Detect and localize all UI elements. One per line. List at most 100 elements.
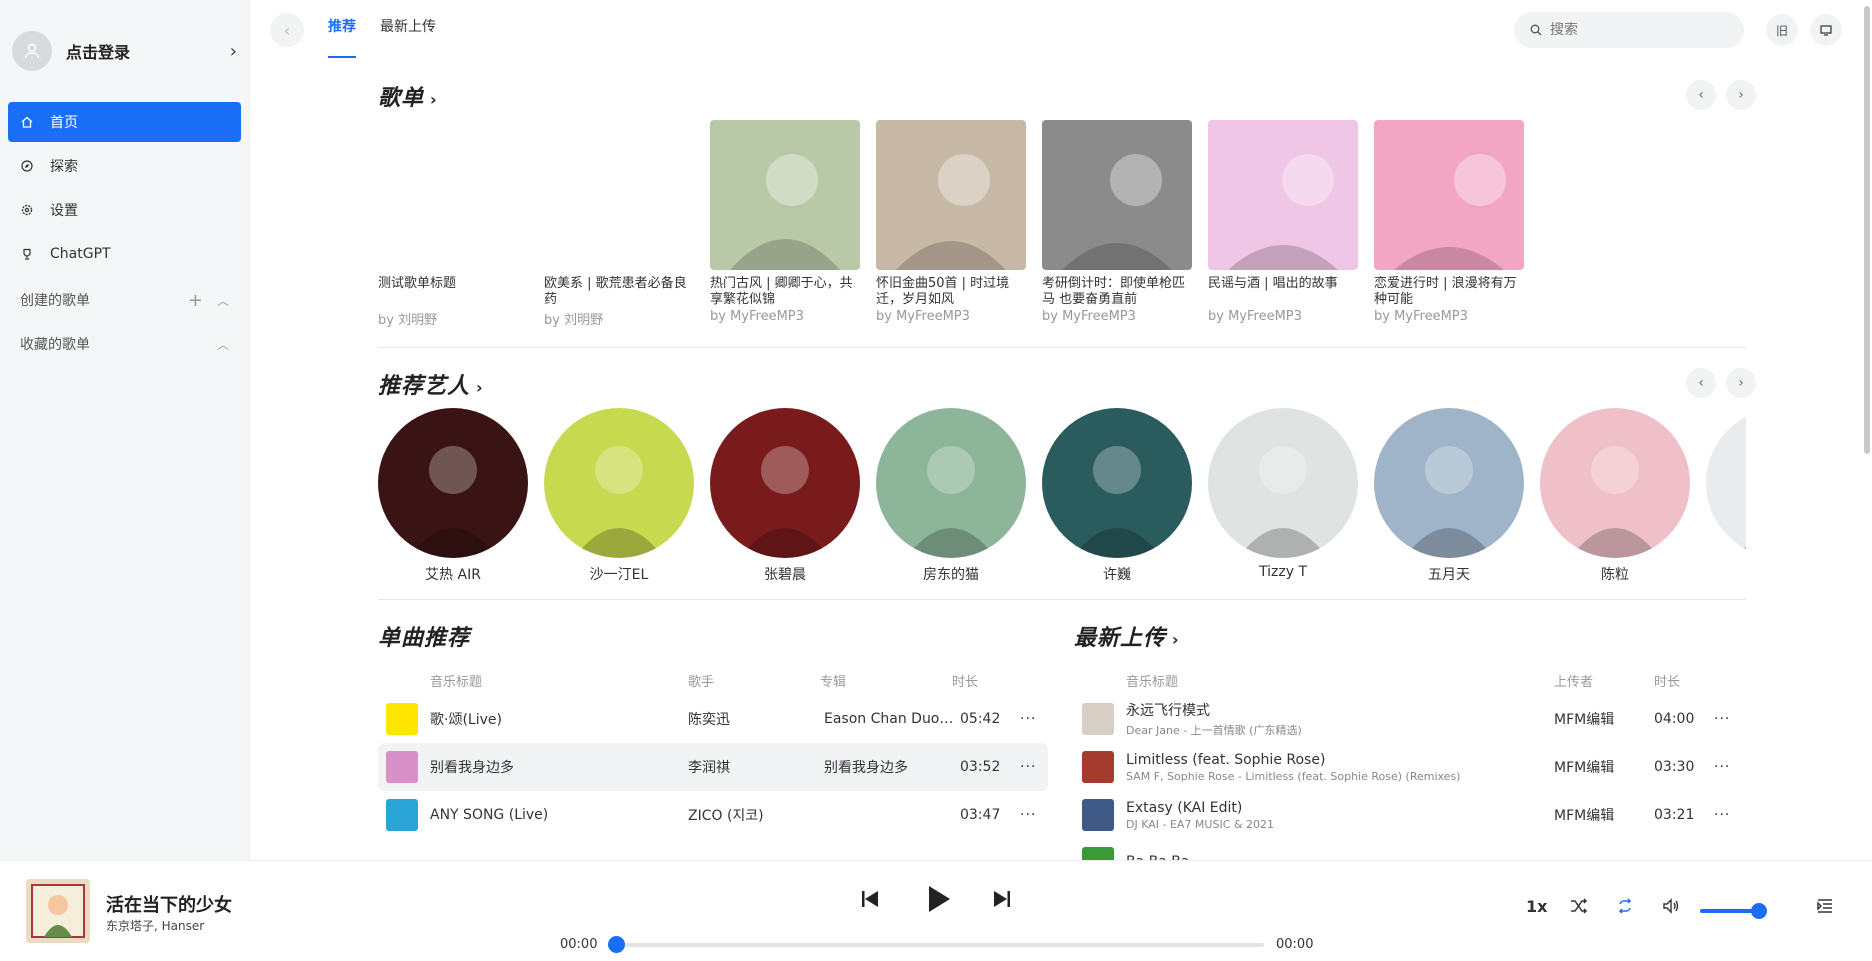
upload-title[interactable]: 永远飞行模式 [1126, 700, 1554, 720]
artist-card[interactable]: 房东的猫 [876, 408, 1026, 584]
prev-button[interactable]: ‹ [1686, 80, 1716, 110]
playlist-cover[interactable] [876, 120, 1026, 270]
volume-knob[interactable] [1751, 903, 1768, 919]
song-row[interactable]: 别看我身边多 李润祺 别看我身边多 03:52 ··· [378, 743, 1048, 791]
song-title[interactable]: ANY SONG (Live) [430, 807, 688, 823]
artist-photo[interactable] [378, 408, 528, 558]
playlists-title[interactable]: 歌单 › [378, 80, 438, 112]
song-row[interactable]: ANY SONG (Live) ZICO (지코) 03:47 ··· [378, 791, 1048, 839]
playlist-title[interactable]: 热门古风 | 卿卿于心，共享繁花似锦 [710, 276, 860, 308]
playlist-card[interactable]: 热门古风 | 卿卿于心，共享繁花似锦 by MyFreeMP3 [710, 120, 860, 328]
song-album[interactable]: Eason Chan Duo… [824, 711, 960, 727]
upload-title[interactable]: Limitless (feat. Sophie Rose) [1126, 752, 1554, 768]
artist-card[interactable]: 许巍 [1042, 408, 1192, 584]
artist-card[interactable]: 张碧晨 [710, 408, 860, 584]
volume-button[interactable] [1662, 897, 1680, 919]
artist-name[interactable]: Tizzy T [1208, 564, 1358, 580]
playlist-card[interactable]: 民谣与酒 | 唱出的故事 by MyFreeMP3 [1208, 120, 1358, 328]
playlist-card[interactable]: 测试歌单标题 by 刘明野 [378, 120, 528, 328]
old-version-button[interactable]: 旧 [1766, 14, 1798, 46]
song-row[interactable]: 歌·颂(Live) 陈奕迅 Eason Chan Duo… 05:42 ··· [378, 695, 1048, 743]
artist-card[interactable]: 陈粒 [1540, 408, 1690, 584]
artist-photo[interactable] [876, 408, 1026, 558]
sidebar-item-home[interactable]: 首页 [8, 102, 241, 142]
more-icon[interactable]: ··· [1714, 807, 1730, 823]
song-album[interactable]: 别看我身边多 [824, 757, 960, 777]
song-artist[interactable]: ZICO (지코) [688, 805, 824, 825]
created-playlists-header[interactable]: 创建的歌单 + ︿ [0, 278, 249, 322]
upload-row[interactable]: Limitless (feat. Sophie Rose) SAM F, Soph… [1074, 743, 1746, 791]
prev-button[interactable]: ‹ [1686, 368, 1716, 398]
next-button[interactable]: › [1726, 368, 1756, 398]
artist-card[interactable]: 沙一汀EL [544, 408, 694, 584]
artist-photo[interactable] [710, 408, 860, 558]
playlist-card[interactable]: 恋爱进行时 | 浪漫将有万种可能 by MyFreeMP3 [1374, 120, 1524, 328]
playlist-card[interactable]: 怀旧金曲50首 | 时过境迁，岁月如风 by MyFreeMP3 [876, 120, 1026, 328]
artist-name[interactable]: 沙一汀EL [544, 564, 694, 584]
song-title[interactable]: 别看我身边多 [430, 757, 688, 777]
artist-photo[interactable] [1706, 408, 1746, 558]
scrollbar[interactable] [1862, 0, 1872, 860]
playlist-cover[interactable] [1042, 120, 1192, 270]
tab-latest-upload[interactable]: 最新上传 [380, 12, 436, 48]
add-icon[interactable]: + [188, 290, 203, 311]
playlist-cover[interactable] [544, 120, 694, 270]
artist-name[interactable]: 房东的猫 [876, 564, 1026, 584]
play-button[interactable] [924, 879, 954, 919]
upload-row[interactable]: Extasy (KAI Edit) DJ KAI - EA7 MUSIC & 20… [1074, 791, 1746, 839]
artist-photo[interactable] [1208, 408, 1358, 558]
artist-photo[interactable] [1374, 408, 1524, 558]
collected-playlists-header[interactable]: 收藏的歌单 ︿ [0, 322, 249, 366]
playlist-cover[interactable] [1208, 120, 1358, 270]
artist-card[interactable]: Tizzy T [1208, 408, 1358, 584]
scrollbar-thumb[interactable] [1864, 6, 1870, 454]
artist-photo[interactable] [544, 408, 694, 558]
more-icon[interactable]: ··· [1714, 759, 1730, 775]
artist-name[interactable]: 五月天 [1374, 564, 1524, 584]
artist-card[interactable] [1706, 408, 1746, 584]
chevron-up-icon[interactable]: ︿ [217, 292, 229, 309]
upload-title[interactable]: Extasy (KAI Edit) [1126, 800, 1554, 816]
search-box[interactable] [1514, 12, 1744, 48]
song-title[interactable]: 歌·颂(Live) [430, 709, 688, 729]
login-button[interactable]: 点击登录 › [0, 0, 249, 102]
progress-knob[interactable] [608, 936, 625, 953]
progress-bar[interactable] [616, 943, 1264, 947]
artist-photo[interactable] [1042, 408, 1192, 558]
playlist-title[interactable]: 测试歌单标题 [378, 276, 528, 308]
queue-button[interactable] [1816, 897, 1834, 919]
more-icon[interactable]: ··· [1020, 807, 1036, 823]
song-artist[interactable]: 陈奕迅 [688, 709, 824, 729]
playlist-card[interactable]: 考研倒计时：即使单枪匹马 也要奋勇直前 by MyFreeMP3 [1042, 120, 1192, 328]
search-input[interactable] [1550, 22, 1720, 38]
uploads-title[interactable]: 最新上传 › [1074, 620, 1180, 652]
previous-button[interactable] [858, 879, 882, 919]
artist-name[interactable]: 许巍 [1042, 564, 1192, 584]
desktop-button[interactable] [1810, 14, 1842, 46]
artist-photo[interactable] [1540, 408, 1690, 558]
artist-name[interactable]: 艾热 AIR [378, 564, 528, 584]
upload-row[interactable]: Ba Ba Ba [1074, 839, 1746, 860]
playlist-cover[interactable] [378, 120, 528, 270]
chevron-up-icon[interactable]: ︿ [217, 336, 229, 353]
playlist-title[interactable]: 考研倒计时：即使单枪匹马 也要奋勇直前 [1042, 276, 1192, 308]
more-icon[interactable]: ··· [1714, 711, 1730, 727]
playlist-cover[interactable] [1374, 120, 1524, 270]
back-button[interactable]: ‹ [270, 13, 304, 47]
song-artist[interactable]: 李润祺 [688, 757, 824, 777]
playlist-title[interactable]: 民谣与酒 | 唱出的故事 [1208, 276, 1358, 308]
shuffle-button[interactable] [1570, 897, 1588, 919]
artist-card[interactable]: 艾热 AIR [378, 408, 528, 584]
playlist-card[interactable]: 欧美系 | 歌荒患者必备良药 by 刘明野 [544, 120, 694, 328]
speed-button[interactable]: 1x [1526, 897, 1547, 916]
sidebar-item-settings[interactable]: 设置 [8, 190, 241, 230]
sidebar-item-explore[interactable]: 探索 [8, 146, 241, 186]
playlist-title[interactable]: 怀旧金曲50首 | 时过境迁，岁月如风 [876, 276, 1026, 308]
now-playing-cover[interactable] [26, 879, 90, 943]
more-icon[interactable]: ··· [1020, 711, 1036, 727]
more-icon[interactable]: ··· [1020, 759, 1036, 775]
artists-title[interactable]: 推荐艺人 › [378, 368, 484, 400]
next-button[interactable]: › [1726, 80, 1756, 110]
repeat-button[interactable] [1616, 897, 1634, 919]
artist-card[interactable]: 五月天 [1374, 408, 1524, 584]
